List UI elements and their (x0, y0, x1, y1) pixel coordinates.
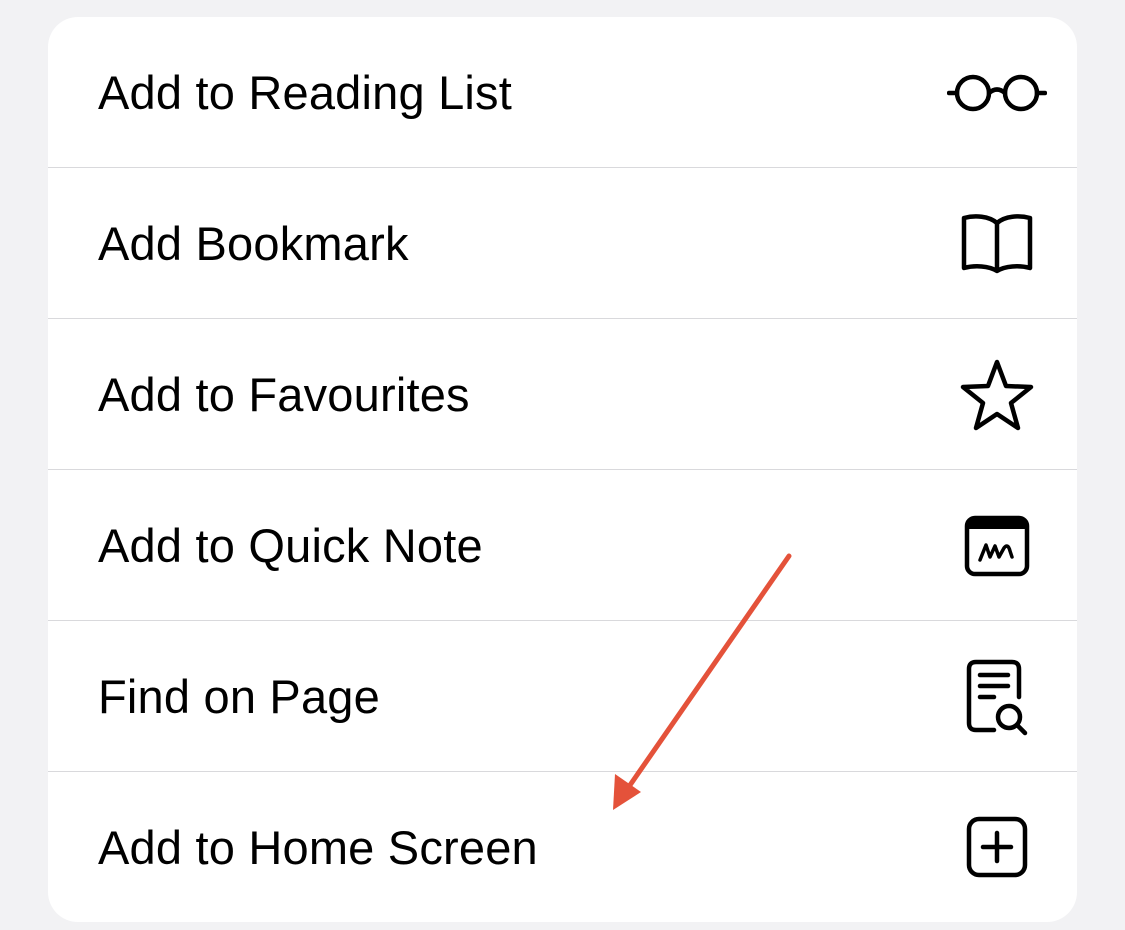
plus-square-icon (947, 802, 1047, 892)
star-icon (947, 350, 1047, 440)
glasses-icon (947, 48, 1047, 138)
menu-item-label: Add to Home Screen (98, 820, 538, 874)
quick-note-icon (947, 501, 1047, 591)
share-sheet-menu: Add to Reading List Add Bookmark Add to … (48, 17, 1077, 922)
find-on-page-icon (947, 652, 1047, 742)
menu-item-label: Find on Page (98, 670, 380, 723)
menu-item-label: Add Bookmark (98, 217, 409, 270)
menu-item-add-to-home-screen[interactable]: Add to Home Screen (48, 772, 1077, 922)
menu-item-add-to-favourites[interactable]: Add to Favourites (48, 319, 1077, 470)
menu-item-add-bookmark[interactable]: Add Bookmark (48, 168, 1077, 319)
menu-item-label: Add to Favourites (98, 368, 470, 421)
menu-item-add-to-reading-list[interactable]: Add to Reading List (48, 17, 1077, 168)
menu-item-add-to-quick-note[interactable]: Add to Quick Note (48, 470, 1077, 621)
menu-item-find-on-page[interactable]: Find on Page (48, 621, 1077, 772)
menu-item-label: Add to Reading List (98, 66, 513, 119)
menu-item-label: Add to Quick Note (98, 519, 483, 572)
book-icon (947, 199, 1047, 289)
